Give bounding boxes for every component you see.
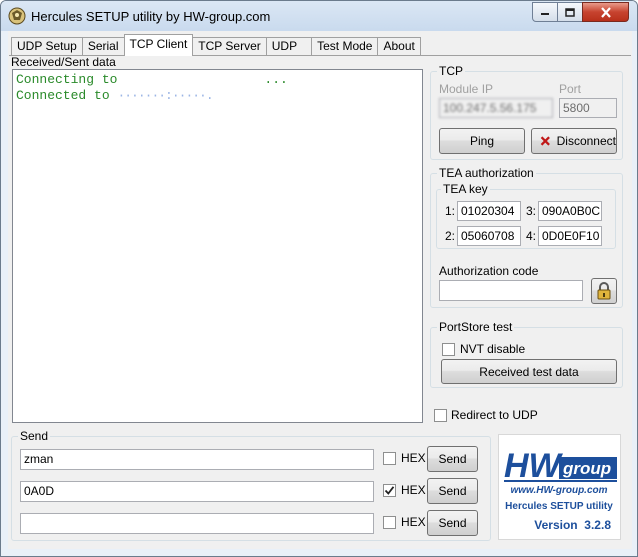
send-field-2[interactable]: 0A0D <box>20 481 374 502</box>
port-field[interactable]: 5800 <box>559 98 617 118</box>
client-area: UDP Setup Serial TCP Client TCP Server U… <box>8 31 632 549</box>
received-line-text: Connecting to <box>16 72 118 87</box>
send-button-1[interactable]: Send <box>427 446 478 472</box>
logo-brand-hw: HW <box>504 447 564 485</box>
tab-udp-setup[interactable]: UDP Setup <box>11 37 83 56</box>
tea-key-4-field[interactable]: 0D0E0F10 <box>538 226 602 246</box>
send-button-3[interactable]: Send <box>427 510 478 536</box>
hex-checkbox-1[interactable] <box>383 452 396 465</box>
close-button[interactable] <box>582 2 629 22</box>
redirect-to-udp-checkbox[interactable] <box>434 409 447 422</box>
tab-serial[interactable]: Serial <box>81 37 125 56</box>
lock-button[interactable] <box>591 278 617 304</box>
disconnect-x-icon <box>540 136 550 146</box>
module-ip-label: Module IP <box>439 82 494 96</box>
checkmark-icon <box>384 486 395 495</box>
received-line-text: Connected to <box>16 88 110 103</box>
received-line: Connected to ·······:·····. <box>16 88 419 104</box>
send-group: Send zman HEX Send 0A0D HEX Send HEX Sen… <box>11 429 491 541</box>
hex-label-1: HEX <box>401 451 426 465</box>
disconnect-button-label: Disconnect <box>556 134 616 148</box>
tea-authorization-group: TEA authorization TEA key 1: 01020304 3:… <box>430 166 623 308</box>
send-button-3-label: Send <box>438 516 467 530</box>
title-bar[interactable]: Hercules SETUP utility by HW-group.com <box>1 1 637 31</box>
received-test-data-button[interactable]: Received test data <box>441 359 617 384</box>
send-field-3[interactable] <box>20 513 374 534</box>
tab-about[interactable]: About <box>377 37 421 56</box>
tea-key-1-label: 1: <box>445 204 456 218</box>
portstore-test-group: PortStore test NVT disable Received test… <box>430 320 623 388</box>
tea-key-4-label: 4: <box>526 229 537 243</box>
received-data-area[interactable]: Connecting to... Connected to ·······:··… <box>12 69 423 423</box>
app-window: Hercules SETUP utility by HW-group.com U… <box>0 0 638 557</box>
tcp-group-title: TCP <box>437 64 465 78</box>
masked-address: ·······:·····. <box>117 88 213 103</box>
ping-button-label: Ping <box>469 134 495 148</box>
hex-label-2: HEX <box>401 483 426 497</box>
send-button-2-label: Send <box>438 484 467 498</box>
received-line-suffix: ... <box>264 72 288 87</box>
send-group-title: Send <box>18 429 51 443</box>
minimize-button[interactable] <box>532 2 558 22</box>
tea-authorization-title: TEA authorization <box>437 166 536 180</box>
maximize-button[interactable] <box>557 2 583 22</box>
ping-button[interactable]: Ping <box>439 128 525 154</box>
portstore-test-title: PortStore test <box>437 320 515 334</box>
tab-strip: UDP Setup Serial TCP Client TCP Server U… <box>11 34 421 56</box>
tea-key-title: TEA key <box>441 182 490 196</box>
hw-group-logo-graphic: HW group www.HW-group.com Hercules SETUP… <box>504 447 617 532</box>
maximize-icon <box>565 7 575 17</box>
hercules-app-icon <box>8 7 26 25</box>
minimize-icon <box>541 13 549 15</box>
send-button-2[interactable]: Send <box>427 478 478 504</box>
logo-version: Version 3.2.8 <box>534 518 611 532</box>
tcp-group: TCP Module IP 100.247.5.56.175 Port 5800… <box>430 64 623 160</box>
nvt-disable-label: NVT disable <box>460 342 526 356</box>
authorization-code-field[interactable] <box>439 280 583 301</box>
tab-tcp-client[interactable]: TCP Client <box>123 34 194 56</box>
hex-checkbox-2[interactable] <box>383 484 396 497</box>
hex-label-3: HEX <box>401 515 426 529</box>
port-label: Port <box>559 82 582 96</box>
hw-group-logo[interactable]: HW group www.HW-group.com Hercules SETUP… <box>498 434 621 540</box>
close-icon <box>600 6 611 18</box>
nvt-disable-checkbox[interactable] <box>442 343 455 356</box>
tab-tcp-server[interactable]: TCP Server <box>192 37 267 56</box>
tea-key-3-field[interactable]: 090A0B0C <box>538 201 602 221</box>
hex-checkbox-3[interactable] <box>383 516 396 529</box>
tea-key-3-label: 3: <box>526 204 537 218</box>
window-title: Hercules SETUP utility by HW-group.com <box>31 9 271 24</box>
tab-udp[interactable]: UDP <box>265 37 313 56</box>
tea-key-2-label: 2: <box>445 229 456 243</box>
authorization-code-label: Authorization code <box>439 264 539 278</box>
tea-key-group: TEA key 1: 01020304 3: 090A0B0C 2: 05060… <box>436 182 616 249</box>
lock-icon <box>597 282 611 300</box>
redirect-to-udp-label: Redirect to UDP <box>451 408 538 422</box>
module-ip-field[interactable]: 100.247.5.56.175 <box>439 98 553 118</box>
send-button-1-label: Send <box>438 452 467 466</box>
logo-product: Hercules SETUP utility <box>505 501 613 512</box>
disconnect-button[interactable]: Disconnect <box>531 128 617 154</box>
tab-test-mode[interactable]: Test Mode <box>311 37 379 56</box>
tea-key-2-field[interactable]: 05060708 <box>457 226 521 246</box>
received-line: Connecting to... <box>16 72 419 88</box>
received-test-data-label: Received test data <box>479 364 579 379</box>
tea-key-1-field[interactable]: 01020304 <box>457 201 521 221</box>
send-field-1[interactable]: zman <box>20 449 374 470</box>
logo-url: www.HW-group.com <box>510 485 607 496</box>
received-sent-label: Received/Sent data <box>11 55 116 69</box>
logo-brand-group: group <box>562 459 611 478</box>
